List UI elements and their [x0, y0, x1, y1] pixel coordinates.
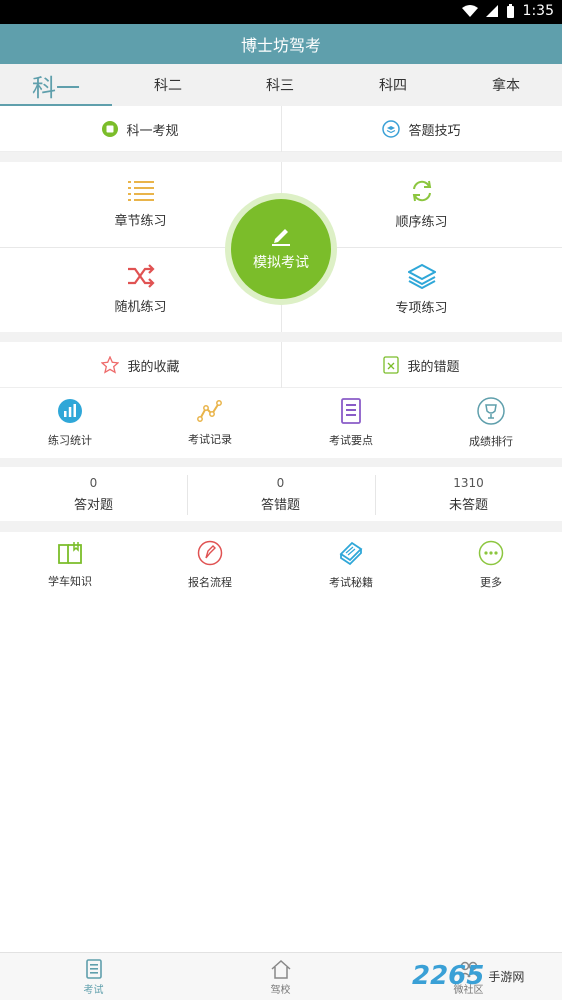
notebook-icon	[339, 541, 363, 566]
layers-icon	[407, 263, 436, 289]
document-icon	[85, 958, 102, 979]
wrong-doc-icon	[383, 356, 400, 374]
bar-chart-icon	[58, 399, 82, 423]
book-open-icon	[58, 542, 82, 564]
watermark-logo: 2265 手游网	[412, 961, 525, 991]
practice-stats-button[interactable]: 练习统计	[0, 388, 140, 458]
star-icon	[101, 356, 120, 374]
wifi-icon	[461, 5, 478, 17]
more-button[interactable]: 更多	[421, 532, 561, 598]
tab-subject-3[interactable]: 科三	[224, 64, 336, 106]
more-dots-icon	[478, 540, 504, 566]
pen-circle-icon	[197, 540, 223, 566]
book-icon	[102, 121, 119, 137]
more-row: 学车知识 报名流程 考试秘籍 更多	[0, 532, 562, 598]
answer-stats: 0 答对题 0 答错题 1310 未答题	[0, 467, 562, 521]
my-favorites-button[interactable]: 我的收藏	[0, 342, 281, 388]
tab-subject-4[interactable]: 科四	[337, 64, 449, 106]
list-icon	[127, 181, 154, 201]
refresh-icon	[412, 180, 431, 202]
mock-exam-button[interactable]: 模拟考试	[225, 193, 337, 305]
app-title-bar: 博士坊驾考	[0, 24, 562, 64]
layers-circle-icon	[382, 120, 401, 138]
line-chart-icon	[197, 400, 222, 422]
exam-records-button[interactable]: 考试记录	[140, 388, 280, 458]
section-gap	[0, 521, 562, 532]
pencil-icon	[272, 229, 290, 246]
battery-icon	[506, 4, 514, 18]
tab-subject-1[interactable]: 科一	[0, 64, 112, 106]
section-gap	[0, 458, 562, 467]
driving-knowledge-button[interactable]: 学车知识	[0, 532, 140, 598]
app-title: 博士坊驾考	[240, 36, 321, 55]
nav-exam[interactable]: 考试	[0, 953, 187, 1001]
registration-process-button[interactable]: 报名流程	[140, 532, 280, 598]
trophy-icon	[477, 397, 505, 425]
tab-get-license[interactable]: 拿本	[450, 64, 562, 106]
wrong-count: 0 答错题	[260, 475, 300, 513]
top-links-row: 科一考规 答题技巧	[0, 106, 562, 152]
shuffle-icon	[127, 264, 155, 288]
document-icon	[341, 398, 361, 424]
correct-count: 0 答对题	[73, 475, 113, 513]
exam-key-points-button[interactable]: 考试要点	[281, 388, 421, 458]
tools-row: 练习统计 考试记录 考试要点 成绩排行	[0, 388, 562, 458]
clock: 1:35	[522, 3, 554, 19]
my-wrong-answers-button[interactable]: 我的错题	[281, 342, 562, 388]
nav-driving-school[interactable]: 驾校	[187, 953, 374, 1001]
status-bar: 1:35	[0, 0, 562, 24]
subject-tabs: 科一 科二 科三 科四 拿本	[0, 64, 562, 106]
score-ranking-button[interactable]: 成绩排行	[421, 388, 561, 458]
answer-tips-button[interactable]: 答题技巧	[281, 106, 562, 152]
home-icon	[271, 959, 290, 979]
signal-icon	[485, 5, 498, 17]
exam-rules-button[interactable]: 科一考规	[0, 106, 281, 152]
favorites-row: 我的收藏 我的错题	[0, 342, 562, 388]
section-gap	[0, 332, 562, 342]
tab-subject-2[interactable]: 科二	[112, 64, 224, 106]
section-gap	[0, 152, 562, 162]
unanswered-count: 1310 未答题	[448, 475, 488, 513]
exam-secrets-button[interactable]: 考试秘籍	[281, 532, 421, 598]
